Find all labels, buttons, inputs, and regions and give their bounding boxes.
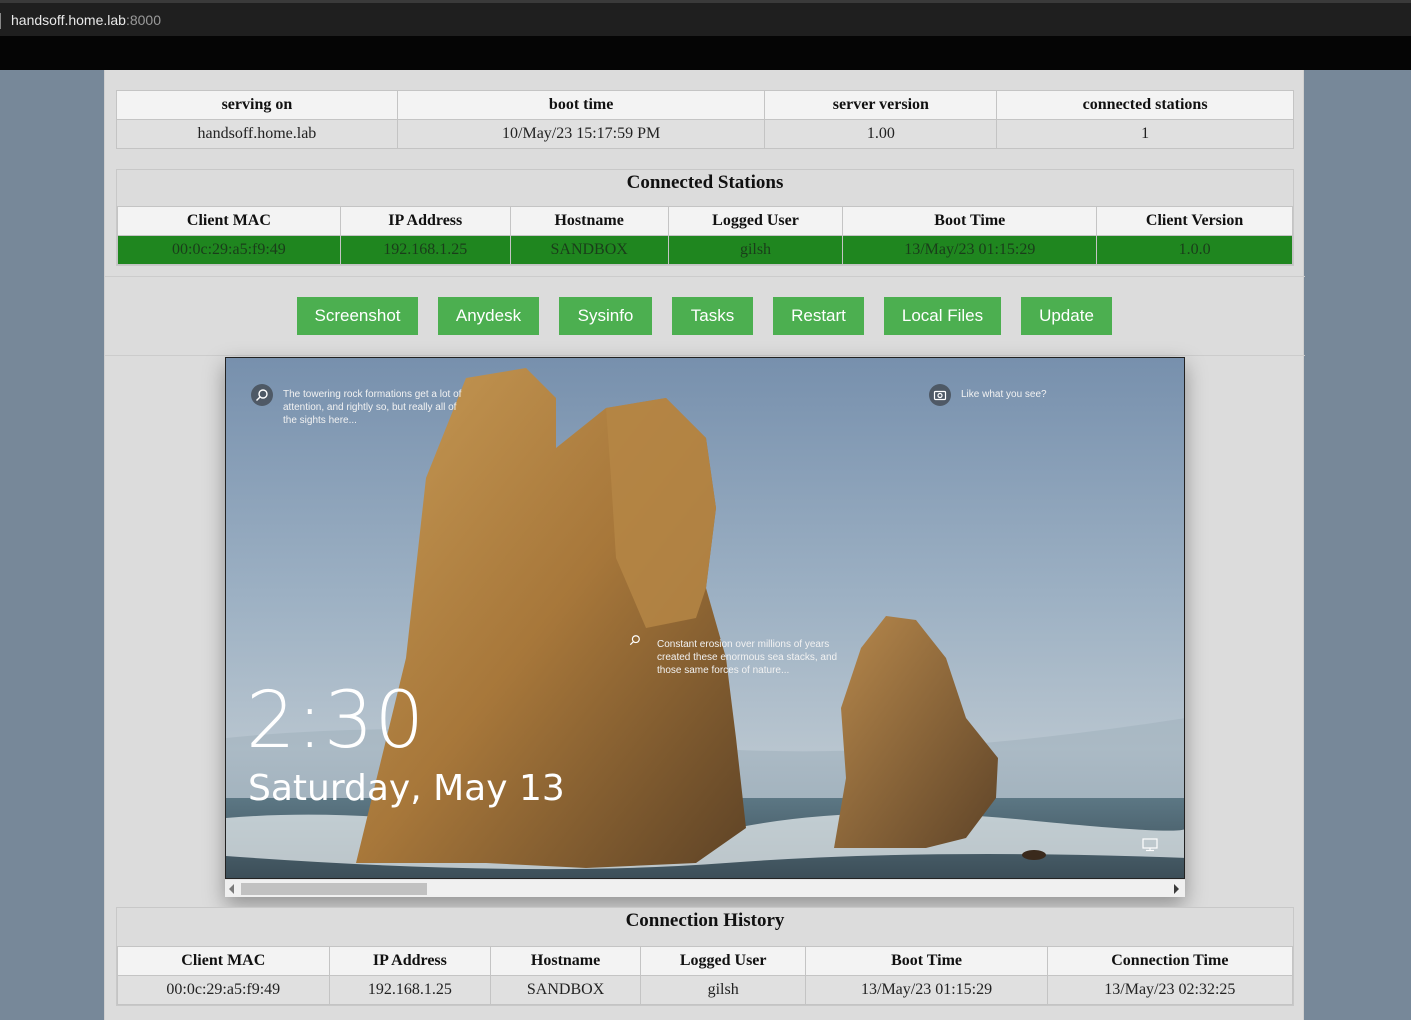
dashboard-page: serving on boot time server version conn… xyxy=(104,70,1305,1020)
connected-stations-title: Connected Stations xyxy=(626,172,784,193)
url-host: handsoff.home.lab xyxy=(11,12,126,28)
update-button[interactable]: Update xyxy=(1021,297,1112,335)
history-row: 00:0c:29:a5:f9:49 192.168.1.25 SANDBOX g… xyxy=(117,975,1294,1005)
header-logged-user: Logged User xyxy=(639,946,807,976)
header-logged-user: Logged User xyxy=(667,206,844,236)
lockscreen-time: 2:30 xyxy=(246,676,426,766)
server-info-table: serving on boot time server version conn… xyxy=(116,90,1294,149)
station-row[interactable]: 00:0c:29:a5:f9:49 192.168.1.25 SANDBOX g… xyxy=(117,235,1293,265)
station-boot-time: 13/May/23 01:15:29 xyxy=(842,235,1098,265)
caption-middle-line: created these enormous sea stacks, and xyxy=(657,652,838,663)
text-caret xyxy=(0,13,1,29)
caption-top-line: attention, and rightly so, but really al… xyxy=(283,402,457,413)
scroll-left-icon[interactable] xyxy=(229,884,234,894)
screenshot-button[interactable]: Screenshot xyxy=(297,297,418,335)
search-icon[interactable] xyxy=(629,634,641,650)
scrollbar-thumb[interactable] xyxy=(241,883,427,895)
url-text[interactable]: handsoff.home.lab:8000 xyxy=(11,12,161,28)
header-ip-address: IP Address xyxy=(328,946,492,976)
connected-stations-section: Connected Stations Client MAC IP Address… xyxy=(116,169,1294,266)
server-version-value: 1.00 xyxy=(764,119,998,149)
sysinfo-button[interactable]: Sysinfo xyxy=(559,297,652,335)
camera-icon[interactable] xyxy=(929,384,951,406)
header-hostname: Hostname xyxy=(490,946,641,976)
header-connected-stations: connected stations xyxy=(996,90,1294,120)
station-user: gilsh xyxy=(667,235,844,265)
network-icon[interactable] xyxy=(1142,838,1160,857)
station-ip: 192.168.1.25 xyxy=(339,235,511,265)
header-ip-address: IP Address xyxy=(339,206,511,236)
history-header-row: Client MAC IP Address Hostname Logged Us… xyxy=(117,946,1294,976)
station-hostname: SANDBOX xyxy=(509,235,669,265)
caption-middle-line: Constant erosion over millions of years xyxy=(657,639,830,650)
serving-on-value: handsoff.home.lab xyxy=(116,119,398,149)
header-serving-on: serving on xyxy=(116,90,398,120)
boot-time-value: 10/May/23 15:17:59 PM xyxy=(396,119,766,149)
scroll-right-icon[interactable] xyxy=(1174,884,1179,894)
horizontal-scrollbar[interactable] xyxy=(225,879,1185,897)
station-mac: 00:0c:29:a5:f9:49 xyxy=(117,235,341,265)
server-info-row: handsoff.home.lab 10/May/23 15:17:59 PM … xyxy=(116,119,1294,149)
restart-button[interactable]: Restart xyxy=(773,297,864,335)
screenshot-viewer[interactable]: The towering rock formations get a lot o… xyxy=(225,357,1185,897)
header-connection-time: Connection Time xyxy=(1046,946,1294,976)
history-boot-time: 13/May/23 01:15:29 xyxy=(805,975,1048,1005)
header-client-mac: Client MAC xyxy=(117,946,330,976)
connected-stations-value: 1 xyxy=(996,119,1294,149)
header-client-version: Client Version xyxy=(1096,206,1293,236)
lockscreen-caption-middle[interactable]: Constant erosion over millions of years … xyxy=(657,638,857,677)
header-boot-time: Boot Time xyxy=(842,206,1098,236)
local-files-button[interactable]: Local Files xyxy=(884,297,1001,335)
url-port: :8000 xyxy=(125,12,161,28)
connection-history-title: Connection History xyxy=(625,910,785,931)
header-boot-time: Boot Time xyxy=(805,946,1048,976)
header-server-version: server version xyxy=(764,90,998,120)
connected-stations-table: Client MAC IP Address Hostname Logged Us… xyxy=(117,206,1293,265)
connection-history-table: Client MAC IP Address Hostname Logged Us… xyxy=(117,946,1294,1005)
stations-header-row: Client MAC IP Address Hostname Logged Us… xyxy=(117,206,1293,236)
caption-top-line: the sights here... xyxy=(283,415,357,426)
lockscreen-caption-top[interactable]: The towering rock formations get a lot o… xyxy=(283,388,483,427)
station-client-version: 1.0.0 xyxy=(1096,235,1293,265)
browser-address-bar[interactable]: handsoff.home.lab:8000 xyxy=(0,0,1411,36)
action-buttons-bar: Screenshot Anydesk Sysinfo Tasks Restart… xyxy=(105,276,1305,356)
tasks-button[interactable]: Tasks xyxy=(672,297,753,335)
header-hostname: Hostname xyxy=(509,206,669,236)
search-icon[interactable] xyxy=(251,384,273,406)
header-boot-time: boot time xyxy=(396,90,766,120)
history-user: gilsh xyxy=(639,975,807,1005)
lockscreen-caption-like[interactable]: Like what you see? xyxy=(961,388,1047,401)
remote-screenshot-image: The towering rock formations get a lot o… xyxy=(225,357,1185,879)
server-info-header-row: serving on boot time server version conn… xyxy=(116,90,1294,120)
caption-middle-line: those same forces of nature... xyxy=(657,665,790,676)
history-ip: 192.168.1.25 xyxy=(328,975,492,1005)
lockscreen-date: Saturday, May 13 xyxy=(248,768,565,809)
header-client-mac: Client MAC xyxy=(117,206,341,236)
anydesk-button[interactable]: Anydesk xyxy=(438,297,539,335)
browser-toolbar xyxy=(0,36,1411,70)
history-hostname: SANDBOX xyxy=(490,975,641,1005)
connection-history-section: Connection History Client MAC IP Address… xyxy=(116,907,1294,1006)
history-mac: 00:0c:29:a5:f9:49 xyxy=(117,975,330,1005)
caption-top-line: The towering rock formations get a lot o… xyxy=(283,389,462,400)
history-connection-time: 13/May/23 02:32:25 xyxy=(1046,975,1294,1005)
